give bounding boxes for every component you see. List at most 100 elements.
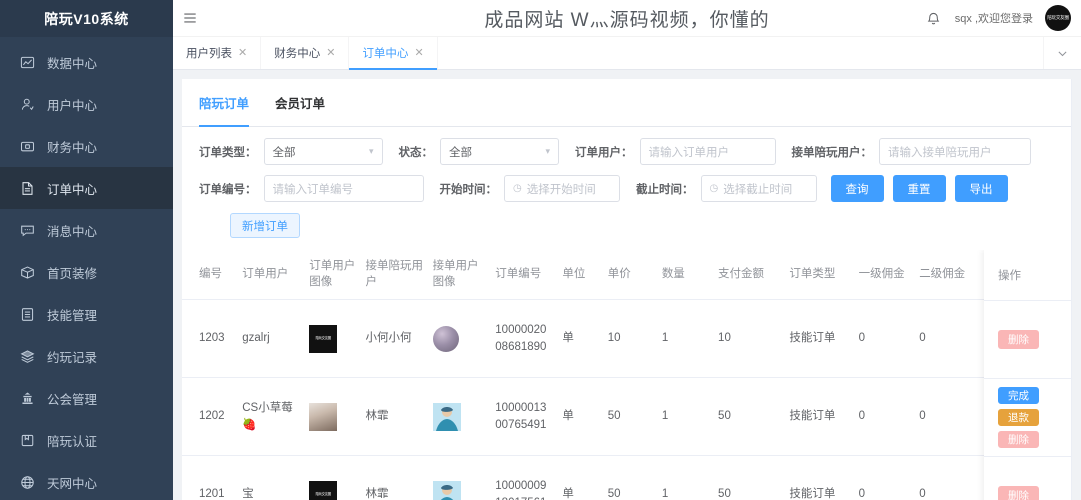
th-action: 操作 (984, 250, 1071, 301)
sidebar-item-skynet-center[interactable]: 天网中心 (0, 461, 173, 500)
delete-button[interactable]: 删除 (998, 431, 1039, 448)
cell-id: 1201 (182, 455, 239, 500)
sidebar-item-label: 技能管理 (47, 308, 98, 323)
cell-order-no: 1000002008681890 (491, 299, 559, 379)
cell-commission1: 0 (854, 299, 916, 379)
action-cell: 删除 (984, 457, 1071, 500)
th-order-no: 订单编号 (491, 250, 559, 301)
sidebar-item-escort-certification[interactable]: 陪玩认证 (0, 419, 173, 461)
content-area: 陪玩订单 会员订单 订单类型： 全部 ▾ 状态： 全部 ▾ 订单用户： 请输入订… (173, 70, 1081, 500)
order-no-text: 1000002008681890 (495, 324, 547, 353)
sidebar-item-skill-management[interactable]: 技能管理 (0, 293, 173, 335)
orders-table: 编号 订单用户 订单用户图像 接单陪玩用户 接单用户图像 订单编号 单位 单价 … (182, 250, 1071, 500)
status-select[interactable]: 全部 ▾ (440, 138, 559, 165)
cell-qty: 1 (657, 455, 715, 500)
reset-button[interactable]: 重置 (892, 175, 946, 202)
sidebar-item-label: 消息中心 (47, 224, 98, 239)
end-time-picker[interactable]: ◷ 选择截止时间 (700, 175, 817, 202)
th-receiver: 接单陪玩用户 (361, 250, 429, 301)
layers-icon (19, 348, 36, 365)
clock-icon: ◷ (709, 183, 719, 194)
avatar[interactable]: 陪玩交友圈 (1045, 5, 1071, 31)
delete-button[interactable]: 删除 (998, 330, 1039, 349)
th-commission1: 一级佣金 (854, 250, 916, 301)
sidebar-item-finance-center[interactable]: 财务中心 (0, 125, 173, 167)
tab-finance-center[interactable]: 财务中心 ✕ (261, 37, 350, 69)
hamburger-icon[interactable] (173, 11, 207, 25)
start-time-placeholder: 选择开始时间 (526, 183, 596, 196)
box-icon (19, 264, 36, 281)
cell-receiver-avatar[interactable] (428, 377, 492, 457)
th-order-user-avatar: 订单用户图像 (305, 250, 362, 301)
th-unit: 单位 (558, 250, 604, 301)
sidebar-item-user-center[interactable]: 用户中心 (0, 83, 173, 125)
complete-button[interactable]: 完成 (998, 387, 1039, 404)
receiver-label: 接单陪玩用户： (791, 146, 873, 159)
new-order-button[interactable]: 新增订单 (230, 213, 300, 238)
inner-tab-escort-orders[interactable]: 陪玩订单 (199, 93, 250, 127)
start-time-picker[interactable]: ◷ 选择开始时间 (504, 175, 620, 202)
search-button[interactable]: 查询 (830, 175, 884, 202)
tab-label: 财务中心 (274, 48, 321, 60)
close-icon[interactable]: ✕ (326, 47, 335, 59)
bell-icon[interactable] (925, 9, 943, 27)
refund-button[interactable]: 退款 (998, 409, 1039, 426)
cell-paid: 50 (714, 377, 786, 457)
cell-id: 1202 (182, 377, 239, 457)
table-row[interactable]: 1203 gzalrj 陪玩交友圈 小何小何 1000002008681890 (182, 299, 1071, 379)
cell-receiver-avatar[interactable] (428, 299, 492, 379)
sidebar-item-guild-management[interactable]: 公会管理 (0, 377, 173, 419)
order-no-label: 订单编号： (199, 183, 257, 196)
cell-receiver: 林霏 (361, 455, 429, 500)
cell-order-user-avatar[interactable]: 陪玩交友圈 (305, 455, 362, 500)
tab-order-center[interactable]: 订单中心 ✕ (349, 37, 438, 70)
close-icon[interactable]: ✕ (414, 47, 423, 59)
app-root: 陪玩V10系统 数据中心 用户中心 财务中心 订单中心 消息中心 首页装修 技能… (0, 0, 1081, 500)
sidebar-item-label: 数据中心 (47, 56, 98, 71)
filter-row-1: 订单类型： 全部 ▾ 状态： 全部 ▾ 订单用户： 请输入订单用户 接单陪玩用户… (199, 138, 1054, 165)
message-icon (19, 222, 36, 239)
table-header-row: 编号 订单用户 订单用户图像 接单陪玩用户 接单用户图像 订单编号 单位 单价 … (182, 250, 1071, 301)
receiver-input[interactable]: 请输入接单陪玩用户 (879, 138, 1031, 165)
dark-square-avatar-icon: 陪玩交友圈 (309, 480, 338, 500)
cell-receiver: 林霏 (361, 377, 429, 457)
document-icon (19, 180, 36, 197)
sidebar-item-data-center[interactable]: 数据中心 (0, 41, 173, 83)
inner-tab-label: 会员订单 (275, 97, 326, 111)
inner-tab-member-orders[interactable]: 会员订单 (275, 93, 325, 126)
cell-price: 50 (603, 455, 658, 500)
cell-paid: 10 (714, 299, 786, 379)
close-icon[interactable]: ✕ (238, 47, 247, 59)
dark-square-avatar-icon: 陪玩交友圈 (309, 324, 338, 353)
cell-order-user-avatar[interactable] (305, 377, 362, 457)
cell-commission2: 0 (915, 455, 976, 500)
anime-avatar-icon (432, 402, 461, 431)
tab-user-list[interactable]: 用户列表 ✕ (173, 37, 262, 69)
cell-type: 技能订单 (785, 455, 855, 500)
order-user-input[interactable]: 请输入订单用户 (639, 138, 776, 165)
sidebar-item-play-records[interactable]: 约玩记录 (0, 335, 173, 377)
sidebar-item-homepage-decoration[interactable]: 首页装修 (0, 251, 173, 293)
delete-button[interactable]: 删除 (998, 486, 1039, 500)
sidebar-item-label: 天网中心 (47, 476, 98, 491)
tabs-bar: 用户列表 ✕ 财务中心 ✕ 订单中心 ✕ (173, 37, 1081, 70)
order-type-select[interactable]: 全部 ▾ (263, 138, 383, 165)
cell-unit: 单 (558, 377, 604, 457)
order-no-placeholder: 请输入订单编号 (272, 183, 354, 196)
wallet-icon (19, 138, 36, 155)
order-no-input[interactable]: 请输入订单编号 (263, 175, 424, 202)
cell-paid: 50 (714, 455, 786, 500)
cell-receiver-avatar[interactable] (428, 455, 492, 500)
th-order-user: 订单用户 (238, 250, 306, 301)
tabs-more-button[interactable] (1043, 37, 1081, 69)
cell-order-user-avatar[interactable]: 陪玩交友圈 (305, 299, 362, 379)
table-row[interactable]: 1201 宝 陪玩交友圈 林霏 10000009 单 50 1 50 技能订单 … (182, 455, 1071, 500)
welcome-text: sqx ,欢迎您登录 (954, 13, 1033, 25)
export-button[interactable]: 导出 (954, 175, 1008, 202)
table-row[interactable]: 1202 CS小草莓🍓 林霏 1000001300765491 单 50 1 5… (182, 377, 1071, 457)
sidebar-item-message-center[interactable]: 消息中心 (0, 209, 173, 251)
sidebar-item-label: 财务中心 (47, 140, 98, 155)
status-value: 全部 (449, 146, 472, 159)
orders-table-wrap[interactable]: 编号 订单用户 订单用户图像 接单陪玩用户 接单用户图像 订单编号 单位 单价 … (182, 250, 1071, 500)
sidebar-item-order-center[interactable]: 订单中心 (0, 167, 173, 209)
